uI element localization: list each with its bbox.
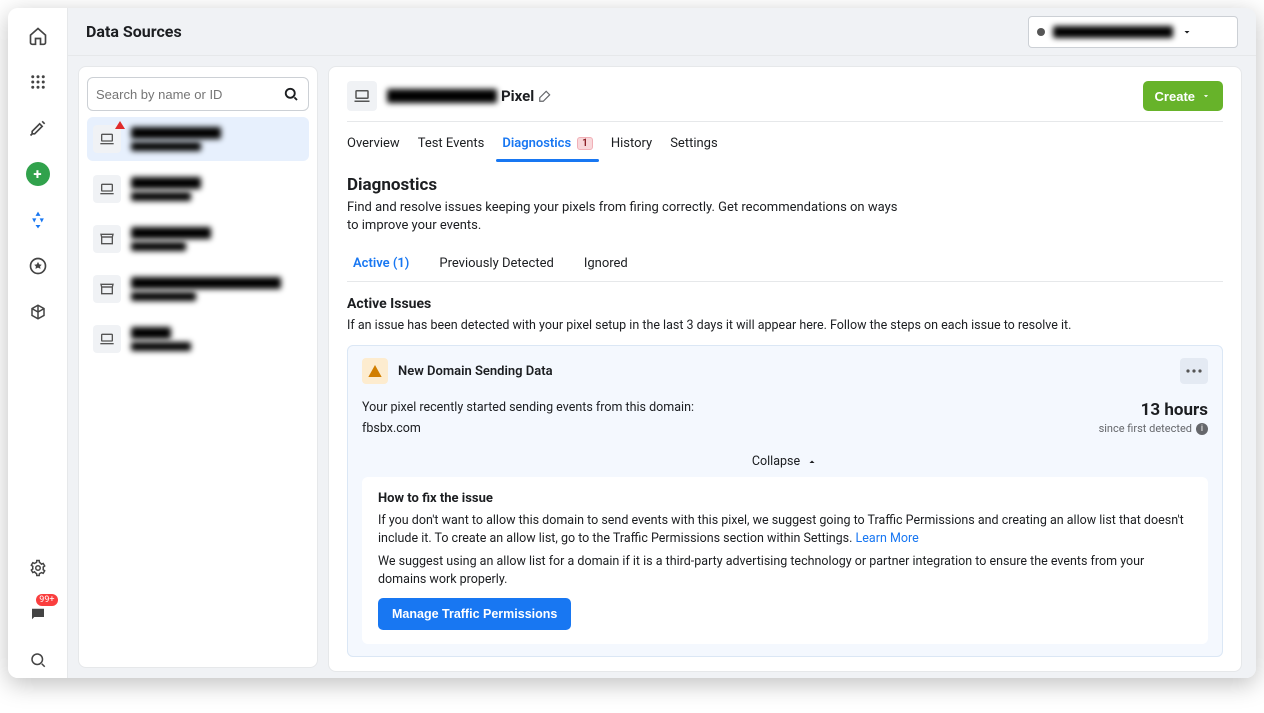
fix-body-2: We suggest using an allow list for a dom… <box>378 553 1192 588</box>
tab-diagnostics[interactable]: Diagnostics 1 <box>502 130 592 161</box>
active-issues-title: Active Issues <box>347 296 1223 312</box>
filter-active[interactable]: Active (1) <box>347 248 415 281</box>
diagnostics-title: Diagnostics <box>347 175 1223 195</box>
issue-domain: fbsbx.com <box>362 421 1069 436</box>
diagnostics-badge: 1 <box>577 137 593 150</box>
issue-lead: Your pixel recently started sending even… <box>362 400 1069 415</box>
tab-overview[interactable]: Overview <box>347 130 400 161</box>
laptop-icon <box>93 125 121 153</box>
asset-header: Pixel Create <box>347 81 1223 122</box>
filter-ignored[interactable]: Ignored <box>578 248 634 281</box>
chevron-down-icon <box>1181 26 1193 38</box>
issue-title: New Domain Sending Data <box>398 364 553 379</box>
data-source-item[interactable] <box>87 317 309 361</box>
search-input[interactable] <box>96 87 282 102</box>
laptop-icon <box>347 81 377 111</box>
search-icon <box>282 85 300 103</box>
manage-traffic-button[interactable]: Manage Traffic Permissions <box>378 598 571 630</box>
topbar: Data Sources <box>68 8 1256 56</box>
app-window: + 99+ Data Sources <box>8 8 1256 678</box>
alert-icon <box>115 121 125 129</box>
store-icon <box>93 275 121 303</box>
caret-down-icon <box>1201 91 1211 101</box>
detail-column: Pixel Create Ove <box>328 56 1256 678</box>
fix-title: How to fix the issue <box>378 491 1192 506</box>
data-source-list-column <box>68 56 328 678</box>
laptop-icon <box>93 325 121 353</box>
issue-since: since first detected <box>1099 422 1192 435</box>
collapse-toggle[interactable]: Collapse <box>362 454 1208 469</box>
diagnostics-desc: Find and resolve issues keeping your pix… <box>347 199 907 234</box>
data-source-item[interactable] <box>87 117 309 161</box>
data-source-item[interactable] <box>87 267 309 311</box>
star-icon[interactable] <box>20 248 56 284</box>
account-selector[interactable] <box>1028 16 1238 48</box>
filter-tab-row: Active (1) Previously Detected Ignored <box>347 248 1223 282</box>
tab-history[interactable]: History <box>611 130 652 161</box>
add-icon[interactable]: + <box>20 156 56 192</box>
search-input-wrap[interactable] <box>87 77 309 111</box>
ellipsis-icon <box>1186 369 1202 373</box>
learn-more-link[interactable]: Learn More <box>856 531 919 546</box>
notifications-icon[interactable]: 99+ <box>20 596 56 632</box>
data-source-item[interactable] <box>87 217 309 261</box>
laptop-icon <box>93 175 121 203</box>
home-icon[interactable] <box>20 18 56 54</box>
data-sources-icon[interactable] <box>20 202 56 238</box>
store-icon <box>93 225 121 253</box>
fix-box: How to fix the issue If you don't want t… <box>362 477 1208 644</box>
tab-test-events[interactable]: Test Events <box>418 130 485 161</box>
search-rail-icon[interactable] <box>20 642 56 678</box>
tools-icon[interactable] <box>20 110 56 146</box>
filter-previously[interactable]: Previously Detected <box>433 248 559 281</box>
more-button[interactable] <box>1180 358 1208 384</box>
apps-grid-icon[interactable] <box>20 64 56 100</box>
cube-icon[interactable] <box>20 294 56 330</box>
issue-card: New Domain Sending Data Your pixel recen… <box>347 345 1223 657</box>
asset-title: Pixel <box>387 87 552 105</box>
nav-rail: + 99+ <box>8 8 68 678</box>
tab-row: Overview Test Events Diagnostics 1 Histo… <box>347 122 1223 161</box>
main-area: Data Sources <box>68 8 1256 678</box>
active-issues-desc: If an issue has been detected with your … <box>347 318 1223 333</box>
data-source-item[interactable] <box>87 167 309 211</box>
tab-settings[interactable]: Settings <box>670 130 717 161</box>
fix-body-1: If you don't want to allow this domain t… <box>378 512 1192 547</box>
info-icon[interactable]: i <box>1196 423 1208 435</box>
issue-duration: 13 hours <box>1099 400 1208 420</box>
warning-icon <box>362 358 388 384</box>
create-button[interactable]: Create <box>1143 81 1223 111</box>
chevron-up-icon <box>806 456 818 468</box>
edit-icon[interactable] <box>538 89 552 103</box>
gear-icon[interactable] <box>20 550 56 586</box>
page-title: Data Sources <box>86 22 182 41</box>
